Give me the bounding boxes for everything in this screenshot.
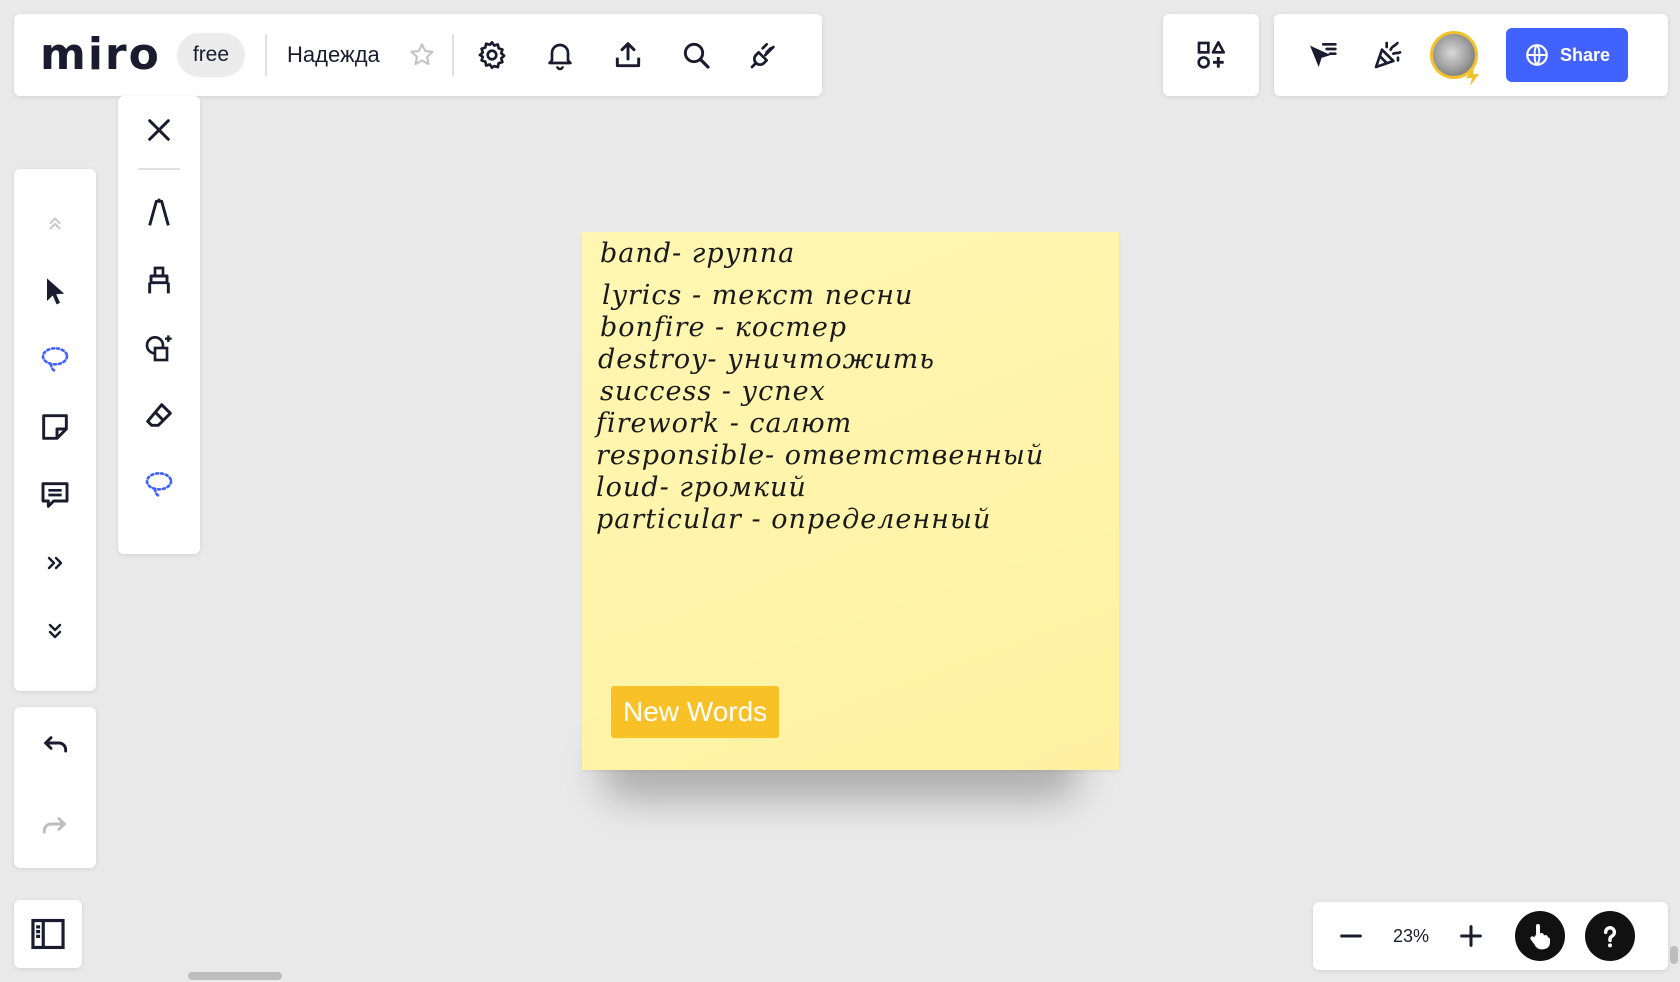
apps-panel [1163, 14, 1259, 96]
export-icon[interactable] [604, 31, 652, 79]
cursor-filter-icon[interactable] [1298, 31, 1346, 79]
shapes-apps-icon[interactable] [1187, 31, 1235, 79]
celebrate-icon[interactable] [1364, 31, 1412, 79]
share-label: Share [1559, 44, 1611, 65]
sticky-note-icon[interactable] [31, 403, 79, 451]
sticky-note-tag[interactable]: New Words [611, 686, 780, 738]
chevrons-right-icon[interactable] [31, 539, 79, 587]
help-icon [1603, 926, 1617, 948]
chevrons-up-icon[interactable] [31, 199, 79, 247]
handwritten-line: firework - салют [596, 408, 853, 439]
lasso-icon[interactable] [31, 335, 79, 383]
handwritten-line: particular - определенный [596, 504, 992, 535]
zoom-out-icon[interactable] [1327, 912, 1375, 960]
top-toolbar: miro free Надежда [14, 14, 822, 96]
handwritten-line: loud- громкий [596, 472, 807, 503]
plugin-icon[interactable] [740, 31, 788, 79]
board-name[interactable]: Надежда [287, 42, 380, 68]
cursor-icon[interactable] [31, 267, 79, 315]
pen-tools-divider [138, 168, 180, 170]
close-icon[interactable] [135, 106, 183, 154]
lightning-icon [1466, 66, 1479, 86]
handwritten-text: band- группа lyrics - текст песни bonfir… [596, 238, 1044, 536]
zoom-panel: 23% [1313, 902, 1668, 970]
share-button[interactable]: Share [1506, 28, 1628, 82]
bell-icon[interactable] [536, 31, 584, 79]
hand-pointer-icon [1530, 924, 1550, 950]
pen-icon[interactable] [135, 188, 183, 236]
highlighter-icon[interactable] [135, 256, 183, 304]
main-tools-panel [14, 169, 96, 691]
search-icon[interactable] [672, 31, 720, 79]
pen-tools-panel [118, 96, 200, 554]
star-icon[interactable] [398, 31, 446, 79]
history-panel [14, 707, 96, 868]
miro-logo[interactable]: miro [40, 33, 161, 77]
smart-shape-icon[interactable] [135, 324, 183, 372]
horizontal-scrollbar[interactable] [188, 972, 282, 980]
globe-icon [1526, 44, 1548, 66]
zoom-in-icon[interactable] [1447, 912, 1495, 960]
sticky-note[interactable]: band- группа lyrics - текст песни bonfir… [582, 232, 1119, 770]
redo-icon[interactable] [31, 804, 79, 852]
settings-icon[interactable] [468, 31, 516, 79]
collaboration-panel: Share [1274, 14, 1668, 96]
hand-pointer-button[interactable] [1515, 911, 1565, 961]
toolbar-divider [451, 34, 454, 76]
handwritten-line: lyrics - текст песни [602, 280, 914, 311]
eraser-icon[interactable] [135, 392, 183, 440]
zoom-level[interactable]: 23% [1375, 926, 1447, 947]
vertical-scrollbar[interactable] [1670, 946, 1678, 964]
user-avatar[interactable] [1430, 31, 1479, 86]
help-button[interactable] [1585, 911, 1635, 961]
handwritten-line: band- группа [600, 238, 796, 269]
sidebar-icon [31, 918, 65, 950]
chevrons-down-icon[interactable] [31, 607, 79, 655]
comment-icon[interactable] [31, 471, 79, 519]
toolbar-divider [265, 34, 268, 76]
plan-badge[interactable]: free [176, 33, 246, 77]
undo-icon[interactable] [31, 723, 79, 771]
sidebar-toggle-button[interactable] [14, 900, 82, 968]
lasso-icon[interactable] [135, 460, 183, 508]
handwritten-line: responsible- ответственный [596, 440, 1045, 471]
handwritten-line: success - успех [600, 376, 826, 407]
handwritten-line: destroy- уничтожить [598, 344, 935, 375]
handwritten-line: bonfire - костер [600, 312, 848, 343]
